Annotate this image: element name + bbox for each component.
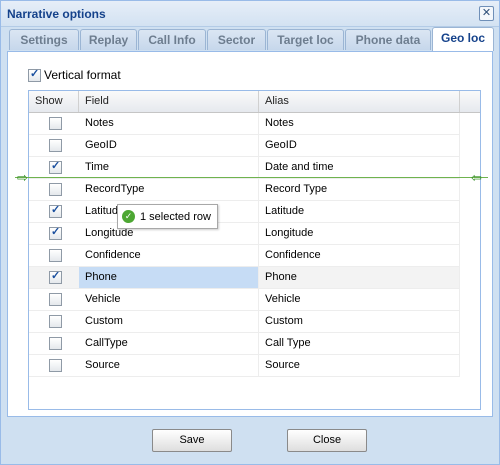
show-checkbox[interactable] — [49, 337, 62, 350]
table-row[interactable]: Notes Notes — [29, 113, 460, 135]
alias-cell[interactable]: Call Type — [259, 333, 460, 354]
field-cell: Phone — [79, 267, 259, 288]
alias-cell[interactable]: Source — [259, 355, 460, 376]
field-cell: GeoID — [79, 135, 259, 156]
field-cell: Time — [79, 157, 259, 178]
show-checkbox[interactable] — [49, 293, 62, 306]
alias-cell[interactable]: Vehicle — [259, 289, 460, 310]
table-row[interactable]: Latitude Latitude — [29, 201, 460, 223]
window-title: Narrative options — [7, 7, 106, 21]
field-cell: Notes — [79, 113, 259, 134]
table-row[interactable]: GeoID GeoID — [29, 135, 460, 157]
show-checkbox[interactable] — [49, 269, 62, 284]
table-row[interactable]: Time Date and time — [29, 157, 460, 179]
table-row[interactable]: RecordType Record Type — [29, 179, 460, 201]
drop-indicator-right-arrow-icon: ⇨ — [17, 170, 28, 185]
close-button[interactable]: Close — [287, 429, 367, 452]
table-row[interactable]: Source Source — [29, 355, 460, 377]
close-window-icon[interactable]: ✕ — [479, 6, 494, 21]
column-header-field[interactable]: Field — [79, 91, 259, 112]
tab-strip: Settings Replay Call Info Sector Target … — [7, 27, 494, 51]
save-button[interactable]: Save — [152, 429, 232, 452]
drag-tooltip-text: 1 selected row — [140, 210, 211, 223]
show-checkbox[interactable] — [49, 117, 62, 130]
alias-cell[interactable]: Longitude — [259, 223, 460, 244]
vertical-format-label: Vertical format — [44, 68, 121, 82]
alias-cell[interactable]: GeoID — [259, 135, 460, 156]
tab-replay[interactable]: Replay — [80, 29, 137, 50]
column-header-spacer — [460, 91, 480, 112]
show-checkbox[interactable] — [49, 183, 62, 196]
show-checkbox[interactable] — [49, 359, 62, 372]
tab-phone-data[interactable]: Phone data — [345, 29, 431, 50]
vertical-format-checkbox[interactable] — [28, 67, 41, 82]
alias-cell[interactable]: Latitude — [259, 201, 460, 222]
field-cell: Source — [79, 355, 259, 376]
title-bar[interactable]: Narrative options ✕ — [1, 1, 499, 27]
table-row[interactable]: Vehicle Vehicle — [29, 289, 460, 311]
show-checkbox[interactable] — [49, 225, 62, 240]
field-cell: Vehicle — [79, 289, 259, 310]
check-circle-icon: ✓ — [122, 210, 135, 223]
alias-cell[interactable]: Date and time — [259, 157, 460, 178]
alias-cell[interactable]: Custom — [259, 311, 460, 332]
field-cell: Custom — [79, 311, 259, 332]
tab-settings[interactable]: Settings — [9, 29, 79, 50]
geo-loc-panel: Vertical format Show Field Alias Notes N… — [7, 51, 493, 417]
drag-tooltip: ✓ 1 selected row — [117, 204, 218, 229]
alias-cell[interactable]: Confidence — [259, 245, 460, 266]
grid-header: Show Field Alias — [29, 91, 480, 113]
drop-indicator-line — [15, 177, 488, 178]
fields-grid: Show Field Alias Notes Notes GeoID GeoID… — [28, 90, 481, 410]
drop-indicator-left-arrow-icon: ⇦ — [471, 170, 482, 185]
alias-cell[interactable]: Phone — [259, 267, 460, 288]
column-header-show[interactable]: Show — [29, 91, 79, 112]
show-checkbox[interactable] — [49, 159, 62, 174]
table-row[interactable]: CallType Call Type — [29, 333, 460, 355]
field-cell: CallType — [79, 333, 259, 354]
narrative-options-window: Narrative options ✕ Settings Replay Call… — [0, 0, 500, 465]
show-checkbox[interactable] — [49, 315, 62, 328]
field-cell: Confidence — [79, 245, 259, 266]
column-header-alias[interactable]: Alias — [259, 91, 460, 112]
tab-call-info[interactable]: Call Info — [138, 29, 206, 50]
field-cell: RecordType — [79, 179, 259, 200]
show-checkbox[interactable] — [49, 249, 62, 262]
alias-cell[interactable]: Notes — [259, 113, 460, 134]
table-row[interactable]: Confidence Confidence — [29, 245, 460, 267]
tab-sector[interactable]: Sector — [207, 29, 266, 50]
show-checkbox[interactable] — [49, 203, 62, 218]
tab-target-loc[interactable]: Target loc — [267, 29, 344, 50]
table-row[interactable]: Custom Custom — [29, 311, 460, 333]
table-row-selected[interactable]: Phone Phone — [29, 267, 460, 289]
table-row[interactable]: Longitude Longitude — [29, 223, 460, 245]
alias-cell[interactable]: Record Type — [259, 179, 460, 200]
tab-geo-loc[interactable]: Geo loc — [432, 27, 494, 51]
show-checkbox[interactable] — [49, 139, 62, 152]
